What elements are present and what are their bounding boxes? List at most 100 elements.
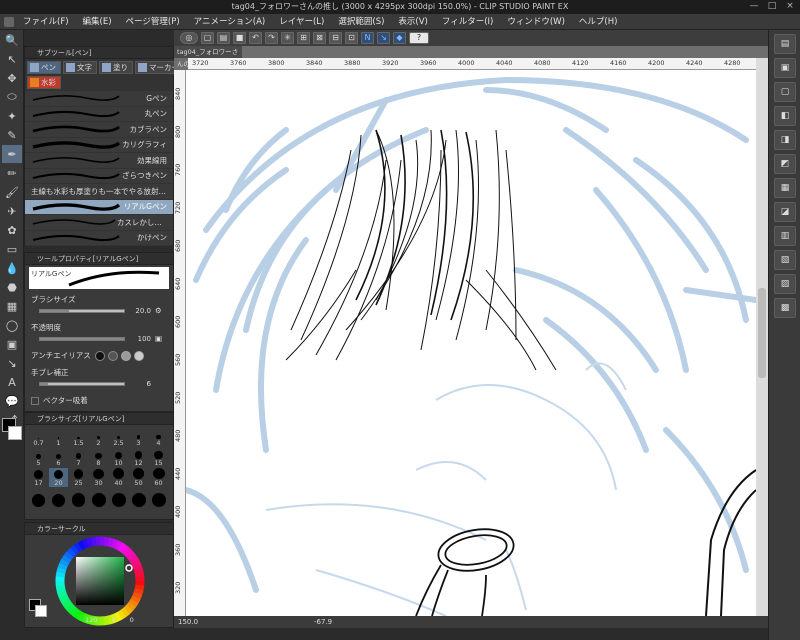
airbrush-tool-icon[interactable]: ✈: [2, 202, 22, 220]
brush-size-cell[interactable]: 60: [149, 468, 168, 487]
brush-size-cell[interactable]: 4: [149, 428, 168, 447]
snap-special-ruler-icon[interactable]: ↘: [377, 32, 390, 44]
opacity-value[interactable]: 100: [129, 335, 151, 343]
menu-animation[interactable]: アニメーション(A): [187, 14, 273, 30]
layer-search-icon[interactable]: ▥: [774, 226, 796, 246]
brush-size-cell[interactable]: 30: [89, 468, 108, 487]
brush-size-cell[interactable]: 2.5: [109, 428, 128, 447]
ruler-tool-icon[interactable]: ↘: [2, 354, 22, 372]
brush-size-cell[interactable]: 8: [89, 448, 108, 467]
eyedropper-tool-icon[interactable]: ✎: [2, 126, 22, 144]
brush-size-cell[interactable]: 6: [49, 448, 68, 467]
text-tool-icon[interactable]: A: [2, 373, 22, 391]
undo-icon[interactable]: ↶: [249, 32, 262, 44]
opacity-slider[interactable]: [39, 336, 125, 341]
brush-size-cell[interactable]: [29, 488, 48, 507]
brush-size-slider[interactable]: [39, 308, 125, 313]
brush-size-value[interactable]: 20.0: [129, 307, 151, 315]
color-panel-sub-swatch[interactable]: [35, 605, 47, 617]
subtool-tab-text[interactable]: 文字: [63, 61, 97, 74]
close-button[interactable]: ×: [784, 1, 796, 12]
redo-icon[interactable]: ↷: [265, 32, 278, 44]
frame-border-tool-icon[interactable]: ▣: [2, 335, 22, 353]
clip-studio-icon[interactable]: ◎: [180, 32, 198, 44]
save-icon[interactable]: ■: [233, 32, 246, 44]
brush-size-cell[interactable]: 12: [129, 448, 148, 467]
brush-size-cell[interactable]: 17: [29, 468, 48, 487]
hue-selector[interactable]: [125, 564, 133, 572]
vertical-scrollbar[interactable]: [756, 58, 768, 616]
minimize-button[interactable]: —: [748, 1, 760, 12]
brush-size-cell[interactable]: [89, 488, 108, 507]
brush-item[interactable]: かけペン: [25, 231, 173, 246]
new-file-icon[interactable]: ▢: [201, 32, 214, 44]
brush-size-cell[interactable]: [69, 488, 88, 507]
brush-size-cell[interactable]: 5: [29, 448, 48, 467]
brush-size-cell[interactable]: [49, 488, 68, 507]
brush-item[interactable]: 丸ペン: [25, 107, 173, 122]
decoration-tool-icon[interactable]: ✿: [2, 221, 22, 239]
document-tab[interactable]: tag04_フォロワーさんの推し: [174, 46, 242, 68]
brush-item[interactable]: カリグラフィ: [25, 138, 173, 153]
brush-item[interactable]: 効果線用: [25, 153, 173, 169]
brush-size-cell[interactable]: 2: [89, 428, 108, 447]
history-icon[interactable]: ◨: [774, 130, 796, 150]
antialias-mid-button[interactable]: [120, 350, 131, 361]
snap-ruler-icon[interactable]: N: [361, 32, 374, 44]
brush-size-cell[interactable]: 10: [109, 448, 128, 467]
zoom-readout[interactable]: 150.0: [178, 616, 198, 628]
layer-panel-icon[interactable]: ▤: [774, 34, 796, 54]
item-bank-icon[interactable]: ▩: [774, 298, 796, 318]
brush-size-cell[interactable]: 1: [49, 428, 68, 447]
menu-edit[interactable]: 編集(E): [76, 14, 119, 30]
vertical-scroll-thumb[interactable]: [758, 288, 766, 378]
open-folder-icon[interactable]: ▤: [217, 32, 230, 44]
menu-selection[interactable]: 選択範囲(S): [331, 14, 391, 30]
color-set-icon[interactable]: ▦: [774, 178, 796, 198]
rotation-readout[interactable]: -67.9: [314, 616, 332, 628]
fill-tool-icon[interactable]: ⬣: [2, 278, 22, 296]
brush-item[interactable]: ざらつきペン: [25, 169, 173, 184]
color-panel-swatches[interactable]: [29, 599, 49, 621]
timeline-icon[interactable]: ▨: [774, 274, 796, 294]
animation-cels-icon[interactable]: ▧: [774, 250, 796, 270]
material-icon[interactable]: ◩: [774, 154, 796, 174]
zoom-tool-icon[interactable]: 🔍: [2, 31, 22, 49]
subtool-tab-fill[interactable]: 塗り: [99, 61, 133, 74]
auto-select-tool-icon[interactable]: ✦: [2, 107, 22, 125]
figure-tool-icon[interactable]: ◯: [2, 316, 22, 334]
brush-size-cell[interactable]: [109, 488, 128, 507]
subtool-tab-pen[interactable]: ペン: [27, 61, 61, 74]
auto-action-icon[interactable]: ◪: [774, 202, 796, 222]
snap-grid-icon[interactable]: ◆: [393, 32, 406, 44]
stabilization-slider[interactable]: [39, 381, 125, 386]
brush-item[interactable]: カブラペン: [25, 122, 173, 138]
brush-size-cell[interactable]: [129, 488, 148, 507]
invert-selection-icon[interactable]: ⊡: [345, 32, 358, 44]
menu-layer[interactable]: レイヤー(L): [272, 14, 331, 30]
menu-filter[interactable]: フィルター(I): [435, 14, 500, 30]
pencil-tool-icon[interactable]: ✏: [2, 164, 22, 182]
operation-tool-icon[interactable]: ↖: [2, 50, 22, 68]
menu-page[interactable]: ページ管理(P): [119, 14, 187, 30]
brush-size-dynamics-icon[interactable]: ⚙: [155, 306, 162, 315]
brush-item[interactable]: 主線も水彩も厚塗りも一本でやる放射ものペン: [25, 184, 173, 200]
menu-window[interactable]: ウィンドウ(W): [500, 14, 572, 30]
menu-help[interactable]: ヘルプ(H): [572, 14, 625, 30]
brush-size-cell[interactable]: [149, 488, 168, 507]
brush-size-cell[interactable]: 3: [129, 428, 148, 447]
brush-size-cell[interactable]: 0.7: [29, 428, 48, 447]
menu-file[interactable]: ファイル(F): [16, 14, 76, 30]
gradient-tool-icon[interactable]: ▦: [2, 297, 22, 315]
brush-size-cell[interactable]: 40: [109, 468, 128, 487]
maximize-button[interactable]: □: [766, 1, 778, 12]
brush-size-cell[interactable]: 50: [129, 468, 148, 487]
layer-property-icon[interactable]: ◧: [774, 106, 796, 126]
brush-size-cell[interactable]: 1.5: [69, 428, 88, 447]
navigator-icon[interactable]: ▣: [774, 58, 796, 78]
move-layer-tool-icon[interactable]: ✥: [2, 69, 22, 87]
sub-view-icon[interactable]: ▢: [774, 82, 796, 102]
pen-tool-icon[interactable]: ✒: [2, 145, 22, 163]
eraser-tool-icon[interactable]: ▭: [2, 240, 22, 258]
deselect-icon[interactable]: ⊟: [329, 32, 342, 44]
